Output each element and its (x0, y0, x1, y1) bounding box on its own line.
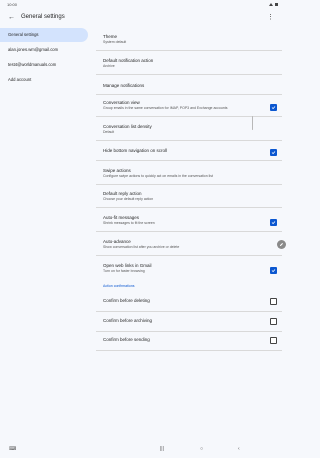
divider (96, 255, 282, 256)
setting-subtitle: Show conversation list after you archive… (103, 245, 180, 249)
checkmark-icon (271, 151, 276, 155)
confirm-sending-checkbox[interactable] (270, 337, 277, 344)
setting-confirm-archiving[interactable]: Confirm before archiving (96, 318, 282, 326)
conversation-view-checkbox[interactable] (270, 104, 277, 111)
edit-icon (280, 243, 283, 246)
edit-fab[interactable] (277, 240, 286, 249)
setting-confirm-sending[interactable]: Confirm before sending (96, 337, 282, 345)
setting-title: Hide bottom navigation on scroll (103, 148, 168, 153)
divider (96, 140, 282, 141)
checkmark-icon (271, 269, 276, 273)
hide-bottom-nav-checkbox[interactable] (270, 149, 277, 156)
page-title: General settings (21, 14, 65, 20)
settings-list: Theme System default Default notificatio… (96, 28, 286, 443)
divider (96, 331, 282, 332)
sidebar-item-account-alan[interactable]: alan.jones.wm@gmail.com (0, 43, 94, 57)
setting-default-notification[interactable]: Default notification action Archive (96, 58, 282, 70)
status-bar: 10:00 (0, 0, 286, 9)
checkmark-icon (271, 221, 276, 225)
sidebar-item-label: Add account (8, 77, 32, 82)
setting-auto-advance[interactable]: Auto-advance Show conversation list afte… (96, 239, 282, 251)
auto-fit-checkbox[interactable] (270, 219, 277, 226)
setting-subtitle: Turn on for faster browsing (103, 269, 145, 273)
setting-subtitle: System default (103, 40, 127, 44)
setting-confirm-deleting[interactable]: Confirm before deleting (96, 298, 282, 306)
divider (96, 74, 282, 75)
setting-subtitle: Choose your default reply action (103, 197, 154, 201)
setting-title: Confirm before deleting (103, 298, 150, 303)
setting-subtitle: Group emails in the same conversation fo… (103, 106, 228, 110)
status-icons (269, 2, 279, 8)
setting-open-web-links[interactable]: Open web links in Gmail Turn on for fast… (96, 263, 282, 275)
setting-swipe-actions[interactable]: Swipe actions Configure swipe actions to… (96, 168, 282, 180)
arrow-back-icon[interactable]: ← (8, 13, 15, 22)
home-icon[interactable]: ○ (200, 446, 203, 453)
checkmark-icon (271, 106, 276, 110)
setting-conversation-view[interactable]: Conversation view Group emails in the sa… (96, 100, 282, 112)
keyboard-icon[interactable]: ⌨ (9, 446, 16, 453)
setting-title: Confirm before archiving (103, 318, 153, 323)
status-time: 10:00 (7, 2, 18, 7)
more-vert-icon[interactable]: ⋮ (267, 13, 274, 22)
divider (96, 184, 282, 185)
divider (96, 160, 282, 161)
divider (96, 311, 282, 312)
divider (96, 231, 282, 232)
wifi-battery-icon (269, 3, 278, 6)
setting-subtitle: Default (103, 130, 115, 134)
sidebar-item-add-account[interactable]: Add account (0, 73, 94, 87)
setting-auto-fit-messages[interactable]: Auto-fit messages Shrink messages to fit… (96, 215, 282, 227)
app-bar: ← General settings ⋮ (0, 10, 286, 26)
account-sidebar: General settings alan.jones.wm@gmail.com… (0, 28, 94, 443)
setting-subtitle: Archive (103, 64, 115, 68)
open-web-links-checkbox[interactable] (270, 267, 277, 274)
recents-icon[interactable]: ||| (160, 446, 164, 453)
setting-title: Manage notifications (103, 83, 145, 88)
system-nav-bar: ⌨ ||| ○ ‹ (0, 443, 286, 458)
setting-subtitle: Configure swipe actions to quickly act o… (103, 174, 213, 178)
sidebar-item-label: test4@worldmanuals.com (8, 62, 57, 67)
section-header-action-confirmations: Action confirmations (103, 284, 135, 288)
sidebar-item-account-test4[interactable]: test4@worldmanuals.com (0, 58, 94, 72)
setting-subtitle: Shrink messages to fit the screen (103, 221, 155, 225)
divider (96, 94, 282, 95)
divider (96, 50, 282, 51)
setting-default-reply-action[interactable]: Default reply action Choose your default… (96, 191, 282, 203)
confirm-deleting-checkbox[interactable] (270, 298, 277, 305)
setting-hide-bottom-navigation[interactable]: Hide bottom navigation on scroll (96, 148, 282, 156)
back-icon[interactable]: ‹ (238, 446, 240, 453)
sidebar-item-label: General settings (8, 32, 39, 37)
divider (96, 116, 282, 117)
sidebar-item-general-settings[interactable]: General settings (0, 28, 88, 42)
sidebar-item-label: alan.jones.wm@gmail.com (8, 47, 59, 52)
scrollbar[interactable] (252, 116, 253, 130)
setting-theme[interactable]: Theme System default (96, 34, 282, 46)
setting-title: Confirm before sending (103, 337, 150, 342)
divider (96, 350, 282, 351)
confirm-archiving-checkbox[interactable] (270, 318, 277, 325)
setting-manage-notifications[interactable]: Manage notifications (96, 83, 282, 91)
divider (96, 207, 282, 208)
setting-conversation-list-density[interactable]: Conversation list density Default (96, 124, 282, 136)
